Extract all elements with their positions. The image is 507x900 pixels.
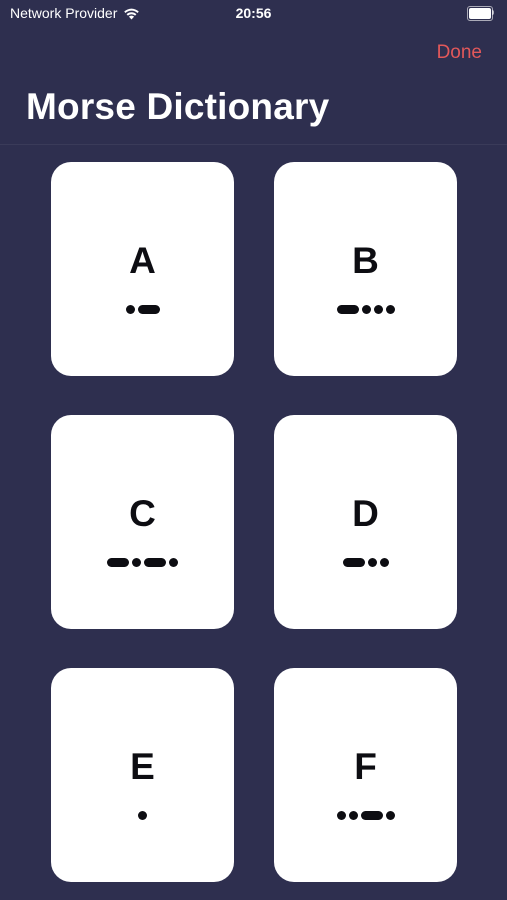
- morse-dot: [125, 304, 135, 314]
- morse-dash: [144, 557, 166, 567]
- morse-dot: [385, 304, 395, 314]
- morse-dash: [137, 304, 160, 314]
- status-time: 20:56: [235, 5, 272, 21]
- morse-dash: [360, 810, 383, 820]
- battery-icon: [467, 6, 495, 21]
- morse-dot: [138, 810, 147, 820]
- card-letter: F: [354, 746, 377, 787]
- card-letter: A: [129, 240, 156, 281]
- morse-code: [274, 557, 457, 567]
- morse-card-d[interactable]: D: [274, 415, 457, 629]
- header-divider: [0, 144, 507, 145]
- morse-card-b[interactable]: B: [274, 162, 457, 376]
- morse-dot: [361, 304, 371, 314]
- morse-card-c[interactable]: C: [51, 415, 234, 629]
- morse-dash: [336, 304, 359, 314]
- morse-code: [274, 304, 457, 314]
- morse-card-f[interactable]: F: [274, 668, 457, 882]
- morse-code: [51, 304, 234, 314]
- morse-code: [274, 810, 457, 820]
- morse-code: [51, 557, 234, 567]
- morse-dash: [342, 557, 365, 567]
- morse-dot: [169, 557, 178, 567]
- card-letter: E: [130, 746, 155, 787]
- morse-dot: [336, 810, 346, 820]
- card-letter: D: [352, 493, 379, 534]
- page-title: Morse Dictionary: [26, 86, 330, 127]
- morse-dot: [348, 810, 358, 820]
- card-letter: C: [129, 493, 156, 534]
- done-button[interactable]: Done: [437, 42, 482, 64]
- card-letter: B: [352, 240, 379, 281]
- morse-dot: [132, 557, 141, 567]
- morse-code: [51, 810, 234, 820]
- morse-card-e[interactable]: E: [51, 668, 234, 882]
- status-bar: Network Provider 20:56: [0, 0, 507, 28]
- morse-dot: [385, 810, 395, 820]
- morse-dot: [379, 557, 389, 567]
- morse-dot: [373, 304, 383, 314]
- morse-dot: [367, 557, 377, 567]
- morse-dash: [107, 557, 129, 567]
- morse-card-a[interactable]: A: [51, 162, 234, 376]
